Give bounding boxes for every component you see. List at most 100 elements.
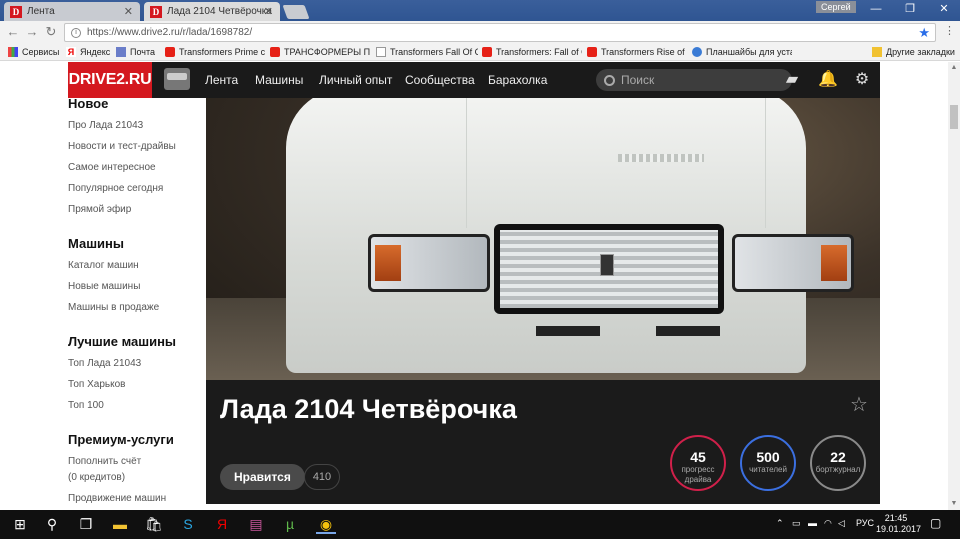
- stat-label: читателей: [749, 465, 787, 474]
- profile-name[interactable]: Сергей: [816, 1, 856, 13]
- bookmark-item[interactable]: ТРАНСФОРМЕРЫ ПР: [270, 45, 370, 59]
- windows-start-icon[interactable]: ⊞: [10, 514, 30, 534]
- clock-date: 19.01.2017: [876, 524, 922, 534]
- youtube-icon: [270, 47, 280, 57]
- search-icon: [604, 74, 615, 86]
- readers-stat[interactable]: 500 читателей: [740, 435, 796, 491]
- sidebar-link[interactable]: Топ Харьков: [68, 379, 125, 390]
- battery-icon[interactable]: ▬: [808, 518, 817, 528]
- bookmark-item[interactable]: Сервисы: [8, 45, 60, 59]
- sidebar-link[interactable]: Популярное сегодня: [68, 183, 163, 194]
- tray-chevron-icon[interactable]: ⌃: [776, 518, 784, 529]
- sidebar-link[interactable]: Топ Лада 21043: [68, 358, 141, 369]
- nav-feed[interactable]: Лента: [205, 62, 238, 98]
- mail-icon: [116, 47, 126, 57]
- close-tab-icon[interactable]: ✕: [264, 5, 273, 18]
- sidebar-link[interactable]: Продвижение машин: [68, 493, 166, 504]
- search-placeholder: Поиск: [621, 73, 655, 87]
- nav-communities[interactable]: Сообщества: [405, 62, 475, 98]
- address-bar[interactable]: i https://www.drive2.ru/r/lada/1698782/ …: [64, 23, 936, 42]
- sidebar-link[interactable]: Про Лада 21043: [68, 120, 143, 131]
- nav-cars[interactable]: Машины: [255, 62, 303, 98]
- like-button[interactable]: Нравится: [220, 464, 305, 490]
- bookmark-star-icon[interactable]: ★: [918, 25, 930, 41]
- skype-icon[interactable]: S: [178, 514, 198, 534]
- messages-icon[interactable]: ▰: [782, 70, 802, 90]
- bookmark-item[interactable]: Transformers Prime с: [165, 45, 265, 59]
- drive2-favicon-icon: D: [150, 5, 162, 18]
- wifi-icon[interactable]: ◠: [824, 518, 832, 529]
- sidebar-link[interactable]: Прямой эфир: [68, 204, 131, 215]
- close-window-button[interactable]: ✕: [934, 2, 954, 16]
- page-info-icon[interactable]: i: [71, 27, 81, 38]
- sidebar-link[interactable]: Самое интересное: [68, 162, 156, 173]
- scroll-up-icon[interactable]: ▲: [948, 62, 960, 74]
- yandex-icon: Я: [66, 47, 76, 57]
- bookmark-item[interactable]: Я Яндекс: [66, 45, 112, 59]
- browser-tab-strip: D Лента ✕ D Лада 2104 Четвёрочка ✕ Серге…: [0, 0, 960, 21]
- hood-lines: [466, 98, 766, 228]
- other-bookmarks[interactable]: Другие закладки: [872, 45, 958, 59]
- sidebar-link[interactable]: Новые машины: [68, 281, 140, 292]
- sidebar-link[interactable]: Каталог машин: [68, 260, 139, 271]
- scroll-down-icon[interactable]: ▼: [948, 498, 960, 510]
- bookmark-item[interactable]: Планшайбы для уста: [692, 45, 792, 59]
- browser-menu-icon[interactable]: ⋮: [944, 24, 955, 37]
- nav-marketplace[interactable]: Барахолка: [488, 62, 547, 98]
- bookmark-item[interactable]: Transformers: Fall of C: [482, 45, 582, 59]
- drive-progress-stat[interactable]: 45 прогресс драйва: [670, 435, 726, 491]
- site-search-input[interactable]: Поиск: [596, 69, 792, 91]
- extension-icon: [692, 47, 702, 57]
- page-scrollbar[interactable]: [948, 62, 960, 510]
- minimize-window-button[interactable]: —: [866, 2, 886, 16]
- search-icon[interactable]: ⚲: [42, 514, 62, 534]
- car-grille: [494, 224, 724, 314]
- chrome-icon[interactable]: ◉: [316, 514, 336, 534]
- site-header: DRIVE2.RU Лента Машины Личный опыт Сообщ…: [68, 62, 880, 98]
- bookmark-item[interactable]: Transformers Rise of: [587, 45, 687, 59]
- bookmark-item[interactable]: Почта: [116, 45, 160, 59]
- sidebar-link[interactable]: Машины в продаже: [68, 302, 159, 313]
- tab-feed[interactable]: D Лента ✕: [4, 2, 140, 21]
- network-icon[interactable]: ▭: [792, 518, 801, 529]
- yandex-browser-icon[interactable]: Я: [212, 514, 232, 534]
- new-tab-button[interactable]: [282, 5, 310, 19]
- file-explorer-icon[interactable]: ▬: [110, 514, 130, 534]
- my-car-icon[interactable]: [164, 68, 190, 90]
- car-body: [286, 98, 854, 373]
- settings-gear-icon[interactable]: ⚙: [852, 70, 872, 90]
- winrar-icon[interactable]: ▤: [246, 514, 266, 534]
- back-icon[interactable]: ←: [5, 24, 21, 40]
- site-logo[interactable]: DRIVE2.RU: [68, 62, 152, 98]
- sidebar-link[interactable]: Топ 100: [68, 400, 104, 411]
- task-view-icon[interactable]: ❐: [76, 514, 96, 534]
- sidebar-link[interactable]: Пополнить счёт: [68, 456, 141, 467]
- maximize-window-button[interactable]: ❐: [900, 2, 920, 16]
- action-center-icon[interactable]: ▢: [930, 516, 941, 530]
- sidebar-heading-new: Новое: [68, 96, 109, 111]
- volume-icon[interactable]: ◁: [838, 518, 845, 529]
- nav-experience[interactable]: Личный опыт: [319, 62, 392, 98]
- close-tab-icon[interactable]: ✕: [124, 5, 133, 18]
- browser-toolbar: ← → ↻ i https://www.drive2.ru/r/lada/169…: [0, 21, 960, 43]
- tab-car-page[interactable]: D Лада 2104 Четвёрочка ✕: [144, 2, 280, 21]
- notifications-bell-icon[interactable]: 🔔: [818, 70, 838, 90]
- sidebar-link[interactable]: Новости и тест-драйвы: [68, 141, 176, 152]
- stat-value: 45: [690, 449, 706, 465]
- youtube-icon: [482, 47, 492, 57]
- utorrent-icon[interactable]: µ: [280, 514, 300, 534]
- store-icon[interactable]: 🛍: [144, 514, 164, 534]
- scrollbar-thumb[interactable]: [950, 105, 958, 129]
- taskbar-clock[interactable]: 21:45 19.01.2017: [876, 513, 922, 535]
- forward-icon[interactable]: →: [24, 24, 40, 40]
- reload-icon[interactable]: ↻: [43, 24, 59, 40]
- car-cover-photo[interactable]: [206, 98, 880, 380]
- bookmark-label: Другие закладки: [886, 47, 955, 57]
- favorite-star-icon[interactable]: ☆: [850, 392, 868, 417]
- input-language[interactable]: РУС: [856, 518, 874, 528]
- bookmark-label: Яндекс: [80, 47, 111, 57]
- bookmark-label: Transformers Rise of: [601, 47, 685, 57]
- bookmark-item[interactable]: Transformers Fall Of C: [376, 45, 478, 59]
- drive2-favicon-icon: D: [10, 5, 22, 18]
- logbook-stat[interactable]: 22 бортжурнал: [810, 435, 866, 491]
